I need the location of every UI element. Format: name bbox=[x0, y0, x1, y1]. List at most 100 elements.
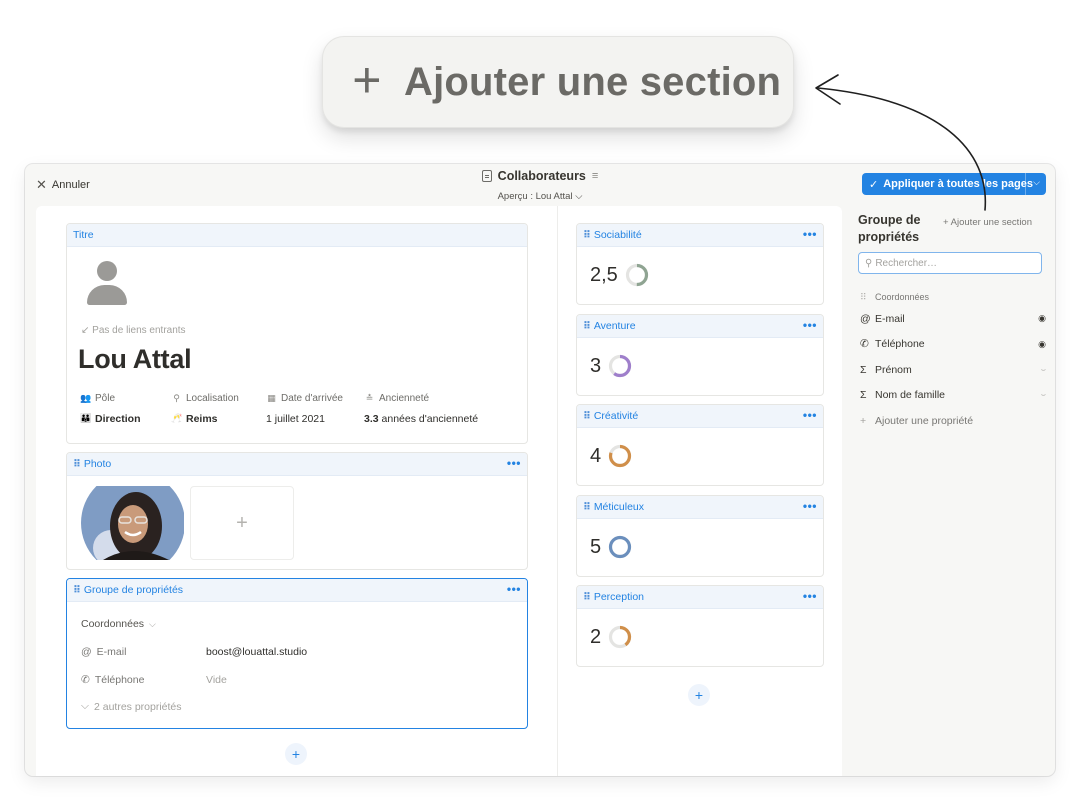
chevron-down-icon[interactable]: ⌵ bbox=[1033, 177, 1040, 188]
backlinks-label: ↙ Pas de liens entrants bbox=[81, 325, 186, 336]
more-options-icon[interactable]: ••• bbox=[803, 499, 817, 513]
document-icon bbox=[481, 170, 492, 182]
chevron-down-icon: ⌵ bbox=[81, 700, 89, 712]
title-card-header: Titre bbox=[73, 229, 94, 241]
formula-icon: Σ bbox=[860, 363, 867, 376]
add-block-left-button[interactable]: + bbox=[285, 743, 307, 765]
metric-header: Sociabilité bbox=[593, 229, 642, 241]
property-item-telephone[interactable]: ✆ Téléphone ◉ bbox=[860, 332, 1046, 358]
group-row-email[interactable]: @ E-mail boost@louattal.studio bbox=[81, 646, 307, 658]
metric-value: 2 bbox=[590, 625, 602, 648]
metric-card[interactable]: ⠿ Sociabilité ••• 2,5 bbox=[576, 223, 824, 305]
more-options-icon[interactable]: ••• bbox=[507, 456, 521, 470]
metric-card[interactable]: ⠿ Aventure ••• 3 bbox=[576, 314, 824, 396]
metric-value: 2,5 bbox=[590, 263, 618, 286]
group-row-telephone[interactable]: ✆ Téléphone Vide bbox=[81, 674, 227, 686]
check-icon: ✓ bbox=[869, 178, 879, 191]
metric-value-row: 5 bbox=[590, 533, 634, 561]
metric-value-row: 2 bbox=[590, 623, 634, 651]
property-group-card[interactable]: ⠿ Groupe de propriétés ••• Coordonnées ⌵… bbox=[66, 578, 528, 729]
property-item-email[interactable]: @ E-mail ◉ bbox=[860, 306, 1046, 332]
champagne-icon: 🥂 bbox=[171, 413, 183, 423]
filter-icon[interactable]: ≡ bbox=[592, 170, 598, 182]
add-photo-button[interactable]: + bbox=[190, 486, 294, 560]
profile-photo[interactable] bbox=[81, 486, 184, 560]
apply-all-pages-button[interactable]: ✓ Appliquer à toutes les pages ⌵ bbox=[862, 173, 1046, 195]
more-properties-toggle[interactable]: ⌵ 2 autres propriétés bbox=[81, 700, 182, 713]
drag-handle-icon[interactable]: ⠿ bbox=[860, 292, 875, 303]
eye-icon[interactable]: ◉ bbox=[1038, 339, 1046, 350]
page-title: Lou Attal bbox=[78, 344, 192, 374]
property-localisation[interactable]: ⚲ Localisation 🥂 Reims bbox=[171, 392, 253, 425]
phone-icon: ✆ bbox=[81, 674, 90, 686]
drag-handle-icon[interactable]: ⠿ bbox=[73, 459, 81, 470]
more-options-icon[interactable]: ••• bbox=[803, 589, 817, 603]
plus-icon: + bbox=[352, 52, 382, 108]
at-icon: @ bbox=[860, 312, 871, 325]
people-icon: 👥 bbox=[80, 393, 92, 403]
progress-ring-icon bbox=[609, 354, 632, 378]
metric-value-row: 2,5 bbox=[590, 261, 651, 289]
group-section-toggle[interactable]: Coordonnées ⌵ bbox=[81, 618, 156, 630]
property-anciennete[interactable]: ≛ Ancienneté 3.3 années d'ancienneté bbox=[364, 392, 494, 425]
metric-card[interactable]: ⠿ Méticuleux ••• 5 bbox=[576, 495, 824, 577]
top-bar: ✕ Annuler Collaborateurs ≡ Aperçu : Lou … bbox=[25, 164, 1055, 206]
more-options-icon[interactable]: ••• bbox=[803, 318, 817, 332]
properties-panel: Groupe de propriétés + Ajouter une secti… bbox=[858, 212, 1048, 427]
more-options-icon[interactable]: ••• bbox=[803, 408, 817, 422]
panel-title: Groupe de propriétés bbox=[858, 213, 921, 244]
drag-handle-icon[interactable]: ⠿ bbox=[583, 502, 591, 513]
title-properties: 👥 Pôle 👪 Direction ⚲ Localisation 🥂 Reims ▦ D… bbox=[80, 392, 507, 425]
stack-icon: ≛ bbox=[365, 393, 374, 403]
avatar[interactable] bbox=[87, 261, 127, 307]
metric-header: Méticuleux bbox=[593, 501, 645, 513]
progress-ring-icon bbox=[609, 444, 632, 468]
metric-header: Créativité bbox=[593, 410, 639, 422]
property-pole[interactable]: 👥 Pôle 👪 Direction bbox=[80, 392, 158, 425]
add-section-hero-button[interactable]: + Ajouter une section bbox=[322, 36, 794, 128]
more-options-icon[interactable]: ••• bbox=[507, 582, 521, 596]
plus-icon: + bbox=[860, 414, 867, 427]
progress-ring-icon bbox=[625, 263, 648, 287]
calendar-icon: ▦ bbox=[267, 393, 276, 403]
metric-header: Perception bbox=[593, 591, 645, 603]
property-group-header: Groupe de propriétés bbox=[83, 584, 184, 596]
more-options-icon[interactable]: ••• bbox=[803, 227, 817, 241]
property-item-prenom[interactable]: Σ Prénom ⌣ bbox=[860, 357, 1046, 383]
drag-handle-icon[interactable]: ⠿ bbox=[73, 585, 81, 596]
eye-icon[interactable]: ◉ bbox=[1038, 313, 1046, 324]
database-name: Collaborateurs bbox=[497, 169, 586, 183]
photo-card-header: Photo bbox=[83, 458, 112, 470]
drag-handle-icon[interactable]: ⠿ bbox=[583, 230, 591, 241]
chevron-down-icon: ⌵ bbox=[149, 618, 156, 629]
title-card[interactable]: Titre ↙ Pas de liens entrants Lou Attal … bbox=[66, 223, 528, 444]
metric-card[interactable]: ⠿ Perception ••• 2 bbox=[576, 585, 824, 667]
drag-handle-icon[interactable]: ⠿ bbox=[583, 411, 591, 422]
group-icon: 👪 bbox=[80, 413, 92, 423]
metric-header: Aventure bbox=[593, 320, 636, 332]
eye-closed-icon[interactable]: ⌣ bbox=[1041, 365, 1046, 375]
arrow-down-left-icon: ↙ bbox=[81, 325, 90, 336]
search-input[interactable]: ⚲ Rechercher… bbox=[858, 252, 1042, 274]
metric-value: 3 bbox=[590, 354, 602, 377]
property-item-nom-de-famille[interactable]: Σ Nom de famille ⌣ bbox=[860, 383, 1046, 409]
drag-handle-icon[interactable]: ⠿ bbox=[583, 321, 591, 332]
list-section-header: ⠿ Coordonnées bbox=[860, 291, 930, 303]
layout-canvas: Titre ↙ Pas de liens entrants Lou Attal … bbox=[36, 206, 842, 776]
eye-closed-icon[interactable]: ⌣ bbox=[1041, 390, 1046, 400]
metric-value: 4 bbox=[590, 444, 602, 467]
metric-value-row: 4 bbox=[590, 442, 634, 470]
add-section-hero-label: Ajouter une section bbox=[404, 59, 782, 104]
search-icon: ⚲ bbox=[865, 257, 873, 269]
phone-icon: ✆ bbox=[860, 338, 869, 351]
property-date-arrivee[interactable]: ▦ Date d'arrivée 1 juillet 2021 bbox=[266, 392, 351, 425]
metric-card[interactable]: ⠿ Créativité ••• 4 bbox=[576, 404, 824, 486]
metric-value: 5 bbox=[590, 535, 602, 558]
photo-card[interactable]: ⠿ Photo ••• + bbox=[66, 452, 528, 570]
panel-add-section-button[interactable]: + Ajouter une section bbox=[943, 217, 1032, 228]
add-block-right-button[interactable]: + bbox=[688, 684, 710, 706]
progress-ring-icon bbox=[609, 535, 632, 559]
drag-handle-icon[interactable]: ⠿ bbox=[583, 592, 591, 603]
pin-icon: ⚲ bbox=[173, 393, 180, 403]
add-property-button[interactable]: + Ajouter une propriété bbox=[860, 408, 1046, 434]
